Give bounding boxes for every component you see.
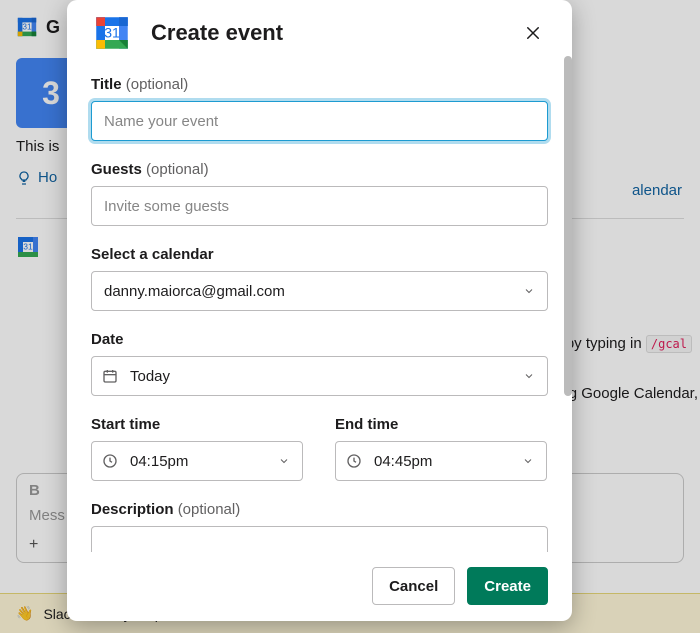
date-label: Date xyxy=(91,331,548,348)
description-label: Description (optional) xyxy=(91,501,548,518)
guests-field-group: Guests (optional) xyxy=(91,161,548,226)
description-field-group: Description (optional) xyxy=(91,501,548,552)
chevron-down-icon xyxy=(523,370,535,382)
cancel-button[interactable]: Cancel xyxy=(372,567,455,605)
guests-input[interactable] xyxy=(91,186,548,226)
calendar-field-group: Select a calendar danny.maiorca@gmail.co… xyxy=(91,246,548,311)
start-time-value: 04:15pm xyxy=(130,453,188,470)
scrollbar-thumb[interactable] xyxy=(564,62,572,396)
modal-body: Title (optional) Guests (optional) Selec… xyxy=(67,62,572,552)
end-time-label: End time xyxy=(335,416,547,433)
time-row: Start time 04:15pm End time xyxy=(91,416,548,481)
end-time-value: 04:45pm xyxy=(374,453,432,470)
modal-footer: Cancel Create xyxy=(67,552,572,621)
calendar-icon xyxy=(102,368,118,384)
calendar-label: Select a calendar xyxy=(91,246,548,263)
modal-header: 31 Create event xyxy=(67,0,572,62)
start-time-group: Start time 04:15pm xyxy=(91,416,303,481)
date-field-group: Date Today xyxy=(91,331,548,396)
create-event-modal: 31 Create event Title (optional) Guests … xyxy=(67,0,572,621)
date-value: Today xyxy=(130,368,170,385)
clock-icon xyxy=(102,453,118,469)
chevron-down-icon xyxy=(523,285,535,297)
clock-icon xyxy=(346,453,362,469)
svg-text:31: 31 xyxy=(104,24,120,40)
end-time-group: End time 04:45pm xyxy=(335,416,547,481)
chevron-down-icon xyxy=(278,455,290,467)
close-icon xyxy=(524,24,542,42)
calendar-value: danny.maiorca@gmail.com xyxy=(104,283,285,300)
start-time-label: Start time xyxy=(91,416,303,433)
guests-label: Guests (optional) xyxy=(91,161,548,178)
end-time-select[interactable]: 04:45pm xyxy=(335,441,547,481)
google-calendar-icon: 31 xyxy=(91,12,133,54)
title-input[interactable] xyxy=(91,101,548,141)
modal-title: Create event xyxy=(151,20,500,46)
chevron-down-icon xyxy=(522,455,534,467)
title-field-group: Title (optional) xyxy=(91,76,548,141)
calendar-select[interactable]: danny.maiorca@gmail.com xyxy=(91,271,548,311)
start-time-select[interactable]: 04:15pm xyxy=(91,441,303,481)
title-label: Title (optional) xyxy=(91,76,548,93)
date-select[interactable]: Today xyxy=(91,356,548,396)
close-button[interactable] xyxy=(518,18,548,48)
description-input[interactable] xyxy=(91,526,548,552)
create-button[interactable]: Create xyxy=(467,567,548,605)
